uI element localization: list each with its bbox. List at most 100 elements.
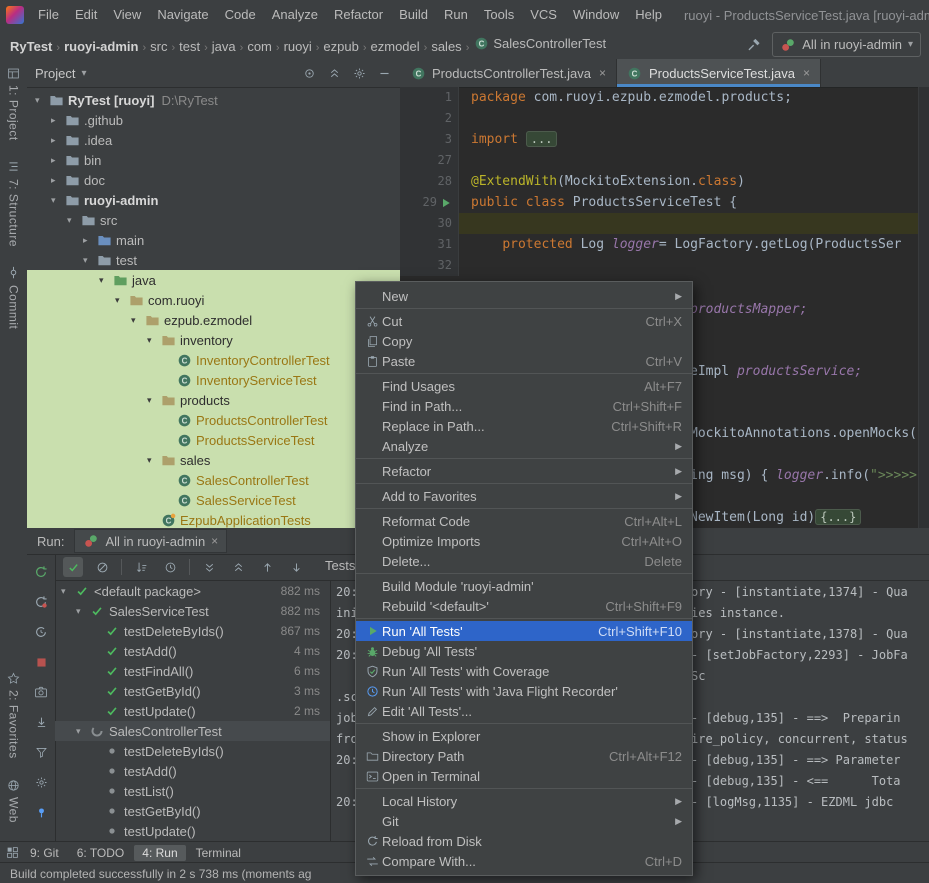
context-menu-item-directory-path[interactable]: Directory PathCtrl+Alt+F12 bbox=[356, 746, 692, 766]
context-menu-item-edit-all-tests[interactable]: Edit 'All Tests'... bbox=[356, 701, 692, 721]
menu-navigate[interactable]: Navigate bbox=[149, 7, 216, 22]
project-tree-item[interactable]: CProductsServiceTest bbox=[27, 430, 400, 450]
tree-expanded-arrow[interactable]: ▾ bbox=[61, 586, 74, 597]
context-menu-item-copy[interactable]: Copy bbox=[356, 331, 692, 351]
menu-file[interactable]: File bbox=[30, 7, 67, 22]
menu-tools[interactable]: Tools bbox=[476, 7, 522, 22]
tool-window-button-web[interactable]: Web bbox=[6, 777, 22, 823]
window-switcher-icon[interactable] bbox=[4, 845, 20, 861]
project-tree-item[interactable]: ▾ruoyi-admin bbox=[27, 190, 400, 210]
project-tree-item[interactable]: ▾com.ruoyi bbox=[27, 290, 400, 310]
menu-view[interactable]: View bbox=[105, 7, 149, 22]
menu-build[interactable]: Build bbox=[391, 7, 436, 22]
test-tree-item[interactable]: testList() bbox=[55, 781, 330, 801]
breadcrumb-item[interactable]: RyTest bbox=[8, 39, 54, 54]
locate-icon[interactable] bbox=[301, 65, 317, 81]
editor-scrollbar[interactable] bbox=[918, 87, 929, 528]
run-class-icon[interactable] bbox=[440, 197, 452, 209]
rerun-failed-button[interactable] bbox=[31, 592, 51, 612]
next-failed-button[interactable] bbox=[286, 557, 306, 577]
menu-help[interactable]: Help bbox=[627, 7, 670, 22]
tree-expanded-arrow[interactable]: ▾ bbox=[99, 275, 112, 286]
menu-code[interactable]: Code bbox=[217, 7, 264, 22]
context-menu-item-new[interactable]: New▶ bbox=[356, 286, 692, 306]
tool-window-button-4-run[interactable]: 4: Run bbox=[134, 845, 185, 861]
filter-button[interactable] bbox=[31, 742, 51, 762]
test-tree-item[interactable]: testFindAll()6 ms bbox=[55, 661, 330, 681]
context-menu-item-delete[interactable]: Delete...Delete bbox=[356, 551, 692, 571]
breadcrumb-class-item[interactable]: CSalesControllerTest bbox=[471, 35, 608, 51]
project-tree-item[interactable]: ▾RyTest [ruoyi]D:\RyTest bbox=[27, 90, 400, 110]
project-tree-item[interactable]: ▾sales bbox=[27, 450, 400, 470]
sort-alpha-button[interactable] bbox=[131, 557, 151, 577]
gear-button[interactable] bbox=[31, 772, 51, 792]
context-menu-item-compare-with[interactable]: Compare With...Ctrl+D bbox=[356, 851, 692, 871]
tree-expanded-arrow[interactable]: ▾ bbox=[35, 95, 48, 106]
context-menu-item-paste[interactable]: PasteCtrl+V bbox=[356, 351, 692, 371]
tree-expanded-arrow[interactable]: ▾ bbox=[83, 255, 96, 266]
close-icon[interactable]: × bbox=[599, 66, 606, 80]
tree-collapsed-arrow[interactable]: ▸ bbox=[51, 155, 64, 166]
tool-window-button-1-project[interactable]: 1: Project bbox=[6, 65, 22, 141]
tree-expanded-arrow[interactable]: ▾ bbox=[67, 215, 80, 226]
context-menu-item-analyze[interactable]: Analyze▶ bbox=[356, 436, 692, 456]
project-tree-item[interactable]: CInventoryServiceTest bbox=[27, 370, 400, 390]
breadcrumb-item[interactable]: ezmodel bbox=[369, 39, 422, 54]
tree-expanded-arrow[interactable]: ▾ bbox=[147, 395, 160, 406]
project-tree-item[interactable]: ▸bin bbox=[27, 150, 400, 170]
project-tree-item[interactable]: ▸.github bbox=[27, 110, 400, 130]
project-tree-item[interactable]: ▾inventory bbox=[27, 330, 400, 350]
run-config-selector[interactable]: All in ruoyi-admin ▾ bbox=[772, 32, 921, 57]
context-menu-item-local-history[interactable]: Local History▶ bbox=[356, 791, 692, 811]
project-tree-item[interactable]: ▾src bbox=[27, 210, 400, 230]
editor-tab-productsservicetest-java[interactable]: CProductsServiceTest.java× bbox=[617, 59, 821, 87]
tree-expanded-arrow[interactable]: ▾ bbox=[147, 335, 160, 346]
project-tree-item[interactable]: CProductsControllerTest bbox=[27, 410, 400, 430]
test-tree-item[interactable]: testDeleteByIds()867 ms bbox=[55, 621, 330, 641]
tool-window-button-9-git[interactable]: 9: Git bbox=[22, 845, 67, 861]
context-menu-item-add-to-favorites[interactable]: Add to Favorites▶ bbox=[356, 486, 692, 506]
context-menu-item-rebuild-default[interactable]: Rebuild '<default>'Ctrl+Shift+F9 bbox=[356, 596, 692, 616]
prev-failed-button[interactable] bbox=[257, 557, 277, 577]
collapse-all-icon[interactable] bbox=[326, 65, 342, 81]
breadcrumb-item[interactable]: ruoyi-admin bbox=[62, 39, 140, 54]
rerun-button[interactable] bbox=[31, 562, 51, 582]
tree-expanded-arrow[interactable]: ▾ bbox=[131, 315, 144, 326]
context-menu-item-refactor[interactable]: Refactor▶ bbox=[356, 461, 692, 481]
tree-expanded-arrow[interactable]: ▾ bbox=[76, 606, 89, 617]
close-icon[interactable]: × bbox=[803, 66, 810, 80]
context-menu-item-find-usages[interactable]: Find UsagesAlt+F7 bbox=[356, 376, 692, 396]
project-tree-item[interactable]: ▾java bbox=[27, 270, 400, 290]
test-tree-item[interactable]: testGetById()3 ms bbox=[55, 681, 330, 701]
tree-collapsed-arrow[interactable]: ▸ bbox=[51, 175, 64, 186]
menu-window[interactable]: Window bbox=[565, 7, 627, 22]
context-menu-item-run-all-tests-with-java-flight-recorder[interactable]: Run 'All Tests' with 'Java Flight Record… bbox=[356, 681, 692, 701]
project-tree-item[interactable]: ▸.idea bbox=[27, 130, 400, 150]
project-tree-item[interactable]: CSalesServiceTest bbox=[27, 490, 400, 510]
project-tree-item[interactable]: CSalesControllerTest bbox=[27, 470, 400, 490]
run-configuration-tab[interactable]: All in ruoyi-admin × bbox=[74, 529, 227, 553]
tree-collapsed-arrow[interactable]: ▸ bbox=[83, 235, 96, 246]
context-menu-item-git[interactable]: Git▶ bbox=[356, 811, 692, 831]
context-menu-item-debug-all-tests[interactable]: Debug 'All Tests' bbox=[356, 641, 692, 661]
project-tree-item[interactable]: CEzpubApplicationTests bbox=[27, 510, 400, 528]
context-menu-item-find-in-path[interactable]: Find in Path...Ctrl+Shift+F bbox=[356, 396, 692, 416]
tool-window-button-6-todo[interactable]: 6: TODO bbox=[69, 845, 133, 861]
breadcrumb-item[interactable]: test bbox=[177, 39, 202, 54]
tree-expanded-arrow[interactable]: ▾ bbox=[51, 195, 64, 206]
test-tree-item[interactable]: testAdd() bbox=[55, 761, 330, 781]
tool-window-button-2-favorites[interactable]: 2: Favorites bbox=[6, 670, 22, 759]
project-tree-item[interactable]: ▾products bbox=[27, 390, 400, 410]
test-tree-item[interactable]: testGetById() bbox=[55, 801, 330, 821]
menu-refactor[interactable]: Refactor bbox=[326, 7, 391, 22]
context-menu-item-cut[interactable]: CutCtrl+X bbox=[356, 311, 692, 331]
project-tree-item[interactable]: ▾ezpub.ezmodel bbox=[27, 310, 400, 330]
menu-edit[interactable]: Edit bbox=[67, 7, 105, 22]
context-menu-item-open-in-terminal[interactable]: Open in Terminal bbox=[356, 766, 692, 786]
project-tree-item[interactable]: CInventoryControllerTest bbox=[27, 350, 400, 370]
project-panel-title[interactable]: Project bbox=[35, 66, 75, 81]
tree-expanded-arrow[interactable]: ▾ bbox=[76, 726, 89, 737]
menu-analyze[interactable]: Analyze bbox=[264, 7, 326, 22]
tree-expanded-arrow[interactable]: ▾ bbox=[115, 295, 128, 306]
test-tree-item[interactable]: ▾SalesControllerTest bbox=[55, 721, 330, 741]
